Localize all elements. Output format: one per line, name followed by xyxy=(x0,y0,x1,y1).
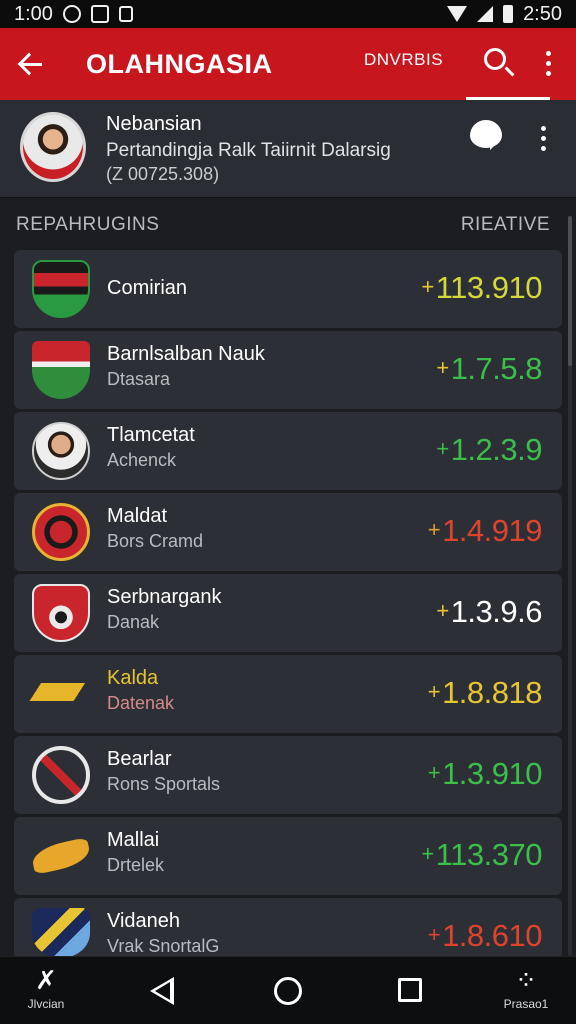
row-value-number: 1.4.919 xyxy=(442,513,542,548)
row-name: Comirian xyxy=(107,277,188,299)
row-value-prefix: + xyxy=(436,598,449,623)
app-notification-icon xyxy=(90,5,109,23)
section-header-right: RIEATIVE xyxy=(460,214,550,235)
row-value: +1.4.919 xyxy=(427,513,543,549)
bird-logo-icon xyxy=(29,837,93,875)
circle-x-logo-icon xyxy=(32,746,90,804)
profile-name: Nebansian xyxy=(106,113,202,135)
list-item[interactable]: Serbnargank Danak +1.3.9.6 xyxy=(14,574,562,652)
row-value-number: 1.8.818 xyxy=(442,675,542,710)
row-value: +1.3.9.6 xyxy=(436,594,542,630)
nav-right-label: Prasao1 xyxy=(503,997,549,1011)
nav-back-icon[interactable] xyxy=(150,977,174,1005)
row-value: +1.8.818 xyxy=(427,675,543,711)
row-value: +113.370 xyxy=(421,837,542,873)
back-arrow-icon[interactable] xyxy=(16,48,48,80)
striped-shield-icon xyxy=(32,908,90,958)
search-icon xyxy=(484,48,506,70)
row-value: +1.3.910 xyxy=(427,756,543,792)
profile-more-icon[interactable] xyxy=(541,126,547,152)
status-bar: 1:00 2:50 xyxy=(0,0,576,28)
row-value: +113.910 xyxy=(421,270,542,306)
row-subtitle: Dtasara xyxy=(107,369,171,389)
status-time: 1:00 xyxy=(14,2,53,25)
nav-home-icon[interactable] xyxy=(274,977,302,1005)
row-value-number: 113.910 xyxy=(435,270,543,305)
row-name: Bearlar xyxy=(107,748,172,770)
row-subtitle: Drtelek xyxy=(107,855,165,875)
tab-dnvrbis[interactable]: DNVRBIS xyxy=(364,50,443,70)
nav-recents-icon[interactable] xyxy=(398,978,422,1002)
row-value-prefix: + xyxy=(427,922,441,947)
profile-header: Nebansian Pertandingja Ralk Taiirnit Dal… xyxy=(0,100,576,198)
row-value-prefix: + xyxy=(421,841,434,866)
row-value-number: 1.8.610 xyxy=(442,918,542,953)
people-icon: ⁘ xyxy=(515,965,537,995)
list-item[interactable]: Maldat Bors Cramd +1.4.919 xyxy=(14,493,562,571)
notification-icon xyxy=(62,5,81,23)
row-value-prefix: + xyxy=(421,274,434,299)
row-name: Mallai xyxy=(107,829,160,851)
profile-subtitle: Pertandingja Ralk Taiirnit Dalarsig xyxy=(106,140,391,161)
app-title: OLAHNGASIA xyxy=(86,48,273,79)
player-avatar-icon xyxy=(32,422,90,480)
row-value-prefix: + xyxy=(427,517,441,542)
row-value-number: 1.3.9.6 xyxy=(450,594,543,629)
battery-icon xyxy=(503,5,514,23)
flag-crest-icon xyxy=(32,341,90,399)
shield-crest-icon xyxy=(32,260,90,318)
section-header-left: REPAHRUGINS xyxy=(16,214,160,235)
row-name: Kalda xyxy=(107,667,159,689)
system-nav-bar: ✗ Jlvcian ⁘ Prasao1 xyxy=(0,956,576,1024)
ranking-list: Comirian +113.910 Barnlsalban Nauk Dtasa… xyxy=(14,250,562,961)
row-value-number: 1.7.5.8 xyxy=(450,351,543,386)
profile-id: (Z 00725.308) xyxy=(106,164,220,184)
row-name: Vidaneh xyxy=(107,910,181,932)
list-item[interactable]: Barnlsalban Nauk Dtasara +1.7.5.8 xyxy=(14,331,562,409)
row-name: Serbnargank xyxy=(107,586,222,608)
list-item[interactable]: Comirian +113.910 xyxy=(14,250,562,328)
round-crest-icon xyxy=(32,503,90,561)
row-subtitle: Achenck xyxy=(107,450,177,470)
row-value-prefix: + xyxy=(436,436,449,461)
status-clock: 2:50 xyxy=(523,2,562,25)
row-value-number: 1.3.910 xyxy=(442,756,542,791)
row-value-prefix: + xyxy=(436,355,449,380)
list-item[interactable]: Bearlar Rons Sportals +1.3.910 xyxy=(14,736,562,814)
image-notification-icon xyxy=(118,6,133,22)
nav-sport-button[interactable]: ✗ Jlvcian xyxy=(14,965,78,1011)
row-value: +1.7.5.8 xyxy=(436,351,542,387)
list-item[interactable]: Vidaneh Vrak SnortalG +1.8.610 xyxy=(14,898,562,958)
nav-profile-button[interactable]: ⁘ Prasao1 xyxy=(494,965,558,1011)
row-value: +1.2.3.9 xyxy=(436,432,542,468)
running-icon: ✗ xyxy=(35,965,57,995)
row-name: Barnlsalban Nauk xyxy=(107,343,265,365)
wifi-icon xyxy=(447,6,468,22)
chat-bubble-icon[interactable] xyxy=(470,120,502,150)
list-item[interactable]: Kalda Datenak +1.8.818 xyxy=(14,655,562,733)
row-value: +1.8.610 xyxy=(427,918,543,954)
search-button[interactable] xyxy=(466,28,550,100)
row-subtitle: Danak xyxy=(107,612,160,632)
row-value-number: 1.2.3.9 xyxy=(450,432,543,467)
row-subtitle: Vrak SnortalG xyxy=(107,936,220,956)
row-subtitle: Datenak xyxy=(107,693,175,713)
row-value-prefix: + xyxy=(427,679,441,704)
swoosh-logo-icon xyxy=(27,683,95,701)
avatar[interactable] xyxy=(20,112,86,182)
list-item[interactable]: Tlamcetat Achenck +1.2.3.9 xyxy=(14,412,562,490)
signal-icon xyxy=(477,6,494,22)
row-value-prefix: + xyxy=(427,760,441,785)
badge-crest-icon xyxy=(32,584,90,642)
row-name: Tlamcetat xyxy=(107,424,195,446)
row-value-number: 113.370 xyxy=(435,837,543,872)
scrollbar-thumb[interactable] xyxy=(568,216,572,366)
app-bar: OLAHNGASIA DNVRBIS xyxy=(0,28,576,100)
nav-left-label: Jlvcian xyxy=(27,997,65,1011)
more-vert-icon[interactable] xyxy=(546,51,552,77)
row-subtitle: Rons Sportals xyxy=(107,774,221,794)
row-name: Maldat xyxy=(107,505,168,527)
row-subtitle: Bors Cramd xyxy=(107,531,204,551)
list-item[interactable]: Mallai Drtelek +113.370 xyxy=(14,817,562,895)
